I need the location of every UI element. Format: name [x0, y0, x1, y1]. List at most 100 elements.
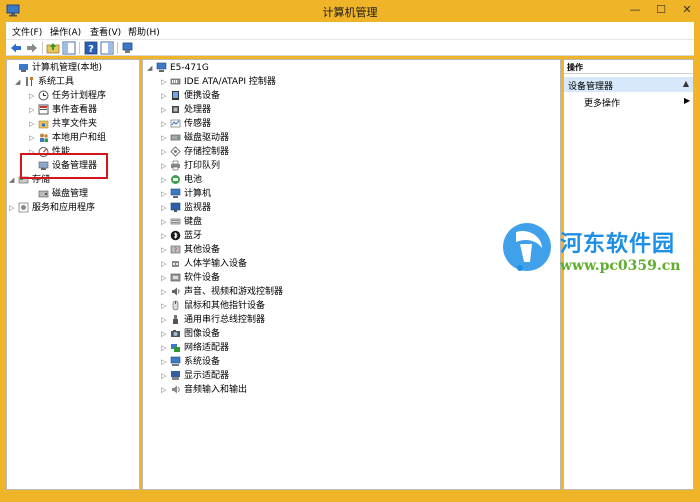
expand-arrow-icon[interactable]: ▷ — [161, 300, 170, 312]
device-category-item[interactable]: ▷ 通用串行总线控制器 — [161, 314, 265, 326]
tree-expander-icon[interactable]: ▷ — [29, 90, 38, 102]
device-category-label: 鼠标和其他指针设备 — [184, 301, 266, 311]
actions-section-device-manager[interactable]: 设备管理器 ▲ — [564, 77, 693, 92]
tree-node-2[interactable]: ▷ 任务计划程序 — [29, 90, 106, 102]
device-category-item[interactable]: ▷ 存储控制器 — [161, 146, 229, 158]
device-category-label: 蓝牙 — [184, 231, 203, 241]
expand-arrow-icon[interactable]: ▷ — [161, 76, 170, 88]
expand-arrow-icon[interactable]: ▷ — [161, 258, 170, 270]
tree-node-1[interactable]: ◢ 系统工具 — [15, 76, 74, 88]
device-category-item[interactable]: ▷? 其他设备 — [161, 244, 220, 256]
tree-expander-icon[interactable]: ◢ — [15, 76, 24, 88]
show-hide-console-tree-icon[interactable] — [62, 41, 76, 55]
battery-icon — [170, 174, 181, 185]
tree-node-5[interactable]: ▷ 本地用户和组 — [29, 132, 106, 144]
tree-node-3[interactable]: ▷ 事件查看器 — [29, 104, 97, 116]
expand-arrow-icon[interactable]: ▷ — [161, 216, 170, 228]
expand-arrow-icon[interactable]: ▷ — [161, 356, 170, 368]
maximize-button[interactable]: ☐ — [648, 0, 674, 20]
tree-node-4[interactable]: ▷ 共享文件夹 — [29, 118, 97, 130]
device-category-item[interactable]: ▷ 传感器 — [161, 118, 211, 130]
more-actions-link[interactable]: 更多操作 — [584, 96, 620, 109]
menu-file[interactable]: 文件(F) — [12, 25, 42, 38]
device-category-item[interactable]: ▷ 软件设备 — [161, 272, 220, 284]
device-category-item[interactable]: ▷ IDE ATA/ATAPI 控制器 — [161, 76, 276, 88]
device-category-item[interactable]: ▷ 键盘 — [161, 216, 202, 228]
expand-arrow-icon[interactable]: ▷ — [161, 244, 170, 256]
collapse-arrow-icon[interactable]: ◢ — [147, 62, 156, 74]
tree-node-9[interactable]: 磁盘管理 — [29, 188, 88, 200]
tree-expander-icon[interactable]: ◢ — [9, 174, 18, 186]
expand-arrow-icon[interactable]: ▷ — [161, 272, 170, 284]
expand-arrow-icon[interactable]: ▷ — [161, 118, 170, 130]
tree-node-0[interactable]: 计算机管理(本地) — [9, 62, 102, 74]
device-category-item[interactable]: ▷ 计算机 — [161, 188, 211, 200]
device-category-item[interactable]: ▷ 磁盘驱动器 — [161, 132, 229, 144]
menu-action[interactable]: 操作(A) — [50, 25, 81, 38]
expand-arrow-icon[interactable]: ▷ — [161, 328, 170, 340]
device-category-item[interactable]: ▷ 网络适配器 — [161, 342, 229, 354]
device-category-item[interactable]: ▷ 打印队列 — [161, 160, 220, 172]
tree-node-10[interactable]: ▷ 服务和应用程序 — [9, 202, 95, 214]
watermark-url: www.pc0359.cn — [560, 258, 681, 274]
device-category-item[interactable]: ▷ 显示适配器 — [161, 370, 229, 382]
expand-arrow-icon[interactable]: ▷ — [161, 384, 170, 396]
expand-arrow-icon[interactable]: ▷ — [161, 90, 170, 102]
device-category-label: 音频输入和输出 — [184, 385, 248, 395]
back-arrow-icon[interactable] — [9, 41, 23, 55]
device-category-item[interactable]: ▷ 处理器 — [161, 104, 211, 116]
expand-arrow-icon[interactable]: ▷ — [161, 174, 170, 186]
storage-controller-icon — [170, 146, 181, 157]
device-category-label: IDE ATA/ATAPI 控制器 — [184, 77, 276, 87]
collapse-up-icon[interactable]: ▲ — [683, 79, 689, 88]
device-category-item[interactable]: ▷ 图像设备 — [161, 328, 220, 340]
tree-expander-icon[interactable]: ▷ — [29, 132, 38, 144]
device-category-item[interactable]: ▷ 声音、视频和游戏控制器 — [161, 286, 283, 298]
portable-device-icon — [170, 90, 181, 101]
device-category-item[interactable]: ▷ 蓝牙 — [161, 230, 202, 242]
device-category-label: 监视器 — [184, 203, 212, 213]
imaging-icon — [170, 328, 181, 339]
display-adapter-icon — [170, 370, 181, 381]
minimize-button[interactable]: — — [622, 0, 648, 20]
expand-arrow-icon[interactable]: ▷ — [161, 104, 170, 116]
device-category-item[interactable]: ▷ 监视器 — [161, 202, 211, 214]
device-category-item[interactable]: ▷ 电池 — [161, 174, 202, 186]
device-category-label: 显示适配器 — [184, 371, 230, 381]
close-button[interactable]: ✕ — [674, 0, 700, 20]
menu-help[interactable]: 帮助(H) — [128, 25, 160, 38]
properties-icon[interactable] — [121, 41, 135, 55]
show-hide-action-pane-icon[interactable] — [100, 41, 114, 55]
menu-view[interactable]: 查看(V) — [90, 25, 121, 38]
other-device-icon: ? — [170, 244, 181, 255]
expand-arrow-icon[interactable]: ▷ — [161, 314, 170, 326]
expand-arrow-icon[interactable]: ▷ — [161, 202, 170, 214]
expand-arrow-icon[interactable]: ▷ — [161, 286, 170, 298]
device-category-item[interactable]: ▷ 便携设备 — [161, 90, 220, 102]
expand-arrow-icon[interactable]: ▷ — [161, 188, 170, 200]
expand-arrow-icon[interactable]: ▷ — [161, 146, 170, 158]
toolbar-separator — [42, 42, 43, 54]
device-category-item[interactable]: ▷ 人体学输入设备 — [161, 258, 247, 270]
up-folder-icon[interactable] — [46, 41, 60, 55]
device-category-item[interactable]: ▷ 系统设备 — [161, 356, 220, 368]
watermark-text: 河东软件园 — [560, 231, 676, 257]
forward-arrow-icon[interactable] — [25, 41, 39, 55]
device-tree-root[interactable]: ◢ E5-471G — [147, 62, 209, 74]
device-category-item[interactable]: ▷ 音频输入和输出 — [161, 384, 247, 396]
computer-icon — [170, 188, 181, 199]
expand-arrow-icon[interactable]: ▷ — [161, 342, 170, 354]
help-icon[interactable]: ? — [84, 41, 98, 55]
tree-expander-icon[interactable]: ▷ — [29, 118, 38, 130]
expand-arrow-icon[interactable]: ▷ — [161, 370, 170, 382]
minimize-icon: — — [629, 3, 641, 16]
tree-expander-icon[interactable]: ▷ — [9, 202, 18, 214]
device-tree-root-label: E5-471G — [170, 63, 209, 73]
device-category-item[interactable]: ▷ 鼠标和其他指针设备 — [161, 300, 265, 312]
title-bar[interactable]: 计算机管理 — ☐ ✕ — [0, 0, 700, 22]
console-tree-pane[interactable]: 计算机管理(本地) ◢ 系统工具 ▷ 任务计划程序 ▷ 事件查看器 ▷ 共享文件夹 ▷ 本地用户和组… — [6, 59, 140, 490]
tree-expander-icon[interactable]: ▷ — [29, 104, 38, 116]
expand-arrow-icon[interactable]: ▷ — [161, 160, 170, 172]
expand-arrow-icon[interactable]: ▷ — [161, 132, 170, 144]
expand-arrow-icon[interactable]: ▷ — [161, 230, 170, 242]
